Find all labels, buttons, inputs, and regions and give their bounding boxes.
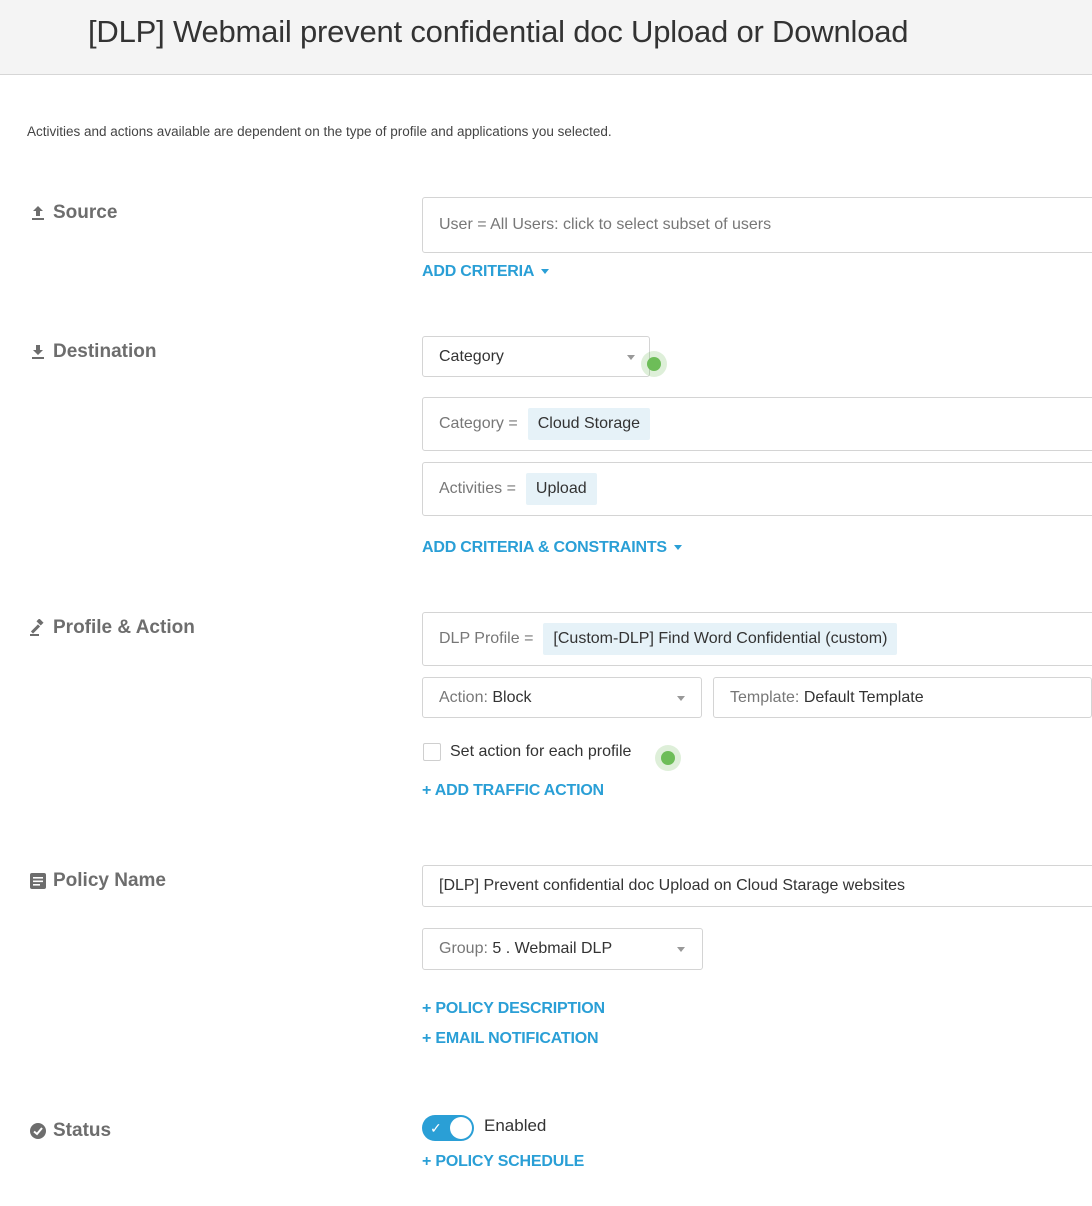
destination-type-select[interactable]: Category [422, 336, 650, 377]
chevron-down-icon [673, 545, 682, 551]
destination-add-criteria-label: ADD CRITERIA & CONSTRAINTS [422, 539, 667, 556]
enabled-toggle-label: Enabled [484, 1116, 547, 1135]
dlp-profile-key: DLP Profile = [439, 630, 534, 647]
category-chip[interactable]: Cloud Storage [527, 408, 651, 440]
group-select[interactable]: Group: 5 . Webmail DLP [422, 928, 703, 970]
status-label-text: Status [53, 1120, 112, 1141]
upload-icon [29, 204, 47, 222]
check-circle-icon [29, 1122, 47, 1140]
email-notification-link[interactable]: + EMAIL NOTIFICATION [422, 1030, 599, 1048]
status-label: Status [29, 1120, 111, 1142]
page-title: [DLP] Webmail prevent confidential doc U… [88, 14, 909, 49]
category-key: Category = [439, 415, 518, 432]
source-add-criteria-link[interactable]: ADD CRITERIA [422, 263, 550, 281]
template-select[interactable]: Template: Default Template [713, 677, 1092, 718]
chevron-down-icon [627, 354, 635, 360]
check-icon: ✓ [430, 1120, 442, 1136]
policy-name-input[interactable]: [DLP] Prevent confidential doc Upload on… [422, 865, 1092, 907]
action-key: Action: [439, 688, 488, 706]
gavel-icon [29, 619, 47, 637]
profile-action-label: Profile & Action [29, 617, 195, 639]
dlp-profile-chip[interactable]: [Custom-DLP] Find Word Confidential (cus… [543, 623, 898, 655]
activities-chip[interactable]: Upload [525, 473, 597, 505]
profile-action-label-text: Profile & Action [53, 617, 195, 638]
policy-schedule-link[interactable]: + POLICY SCHEDULE [422, 1153, 584, 1171]
enabled-toggle[interactable]: ✓ [422, 1115, 474, 1141]
toggle-knob [450, 1117, 472, 1139]
chevron-down-icon [677, 695, 685, 701]
document-icon [29, 872, 47, 890]
status-indicator-dot [641, 351, 667, 377]
action-value: Block [492, 688, 532, 706]
template-key: Template: [730, 688, 800, 706]
info-note: Activities and actions available are dep… [27, 124, 612, 139]
source-label-text: Source [53, 202, 118, 223]
policy-description-link[interactable]: + POLICY DESCRIPTION [422, 1000, 605, 1018]
add-traffic-action-link[interactable]: + ADD TRAFFIC ACTION [422, 782, 604, 800]
destination-add-criteria-link[interactable]: ADD CRITERIA & CONSTRAINTS [422, 539, 682, 557]
destination-category-field[interactable]: Category = Cloud Storage [422, 397, 1092, 451]
policy-name-value: [DLP] Prevent confidential doc Upload on… [439, 877, 906, 894]
set-action-checkbox-label[interactable]: Set action for each profile [450, 743, 631, 761]
destination-label: Destination [29, 341, 156, 363]
action-select[interactable]: Action: Block [422, 677, 702, 718]
chevron-down-icon [677, 947, 685, 952]
destination-type-value: Category [439, 347, 504, 365]
destination-label-text: Destination [53, 341, 157, 362]
status-indicator-dot [655, 745, 681, 771]
policy-name-label-text: Policy Name [53, 870, 166, 891]
chevron-down-icon [541, 269, 550, 275]
group-value: 5 . Webmail DLP [492, 940, 613, 957]
policy-name-label: Policy Name [29, 870, 166, 892]
download-icon [29, 343, 47, 361]
page-header: [DLP] Webmail prevent confidential doc U… [0, 0, 1092, 75]
set-action-checkbox[interactable] [423, 743, 441, 761]
destination-activities-field[interactable]: Activities = Upload [422, 462, 1092, 516]
source-user-field[interactable]: User = All Users: click to select subset… [422, 197, 1092, 253]
group-key: Group: [439, 940, 488, 957]
dlp-profile-field[interactable]: DLP Profile = [Custom-DLP] Find Word Con… [422, 612, 1092, 666]
source-add-criteria-label: ADD CRITERIA [422, 263, 535, 280]
source-user-text: User = All Users: click to select subset… [439, 216, 772, 233]
template-value: Default Template [803, 688, 924, 706]
source-label: Source [29, 202, 117, 224]
activities-key: Activities = [439, 480, 516, 497]
